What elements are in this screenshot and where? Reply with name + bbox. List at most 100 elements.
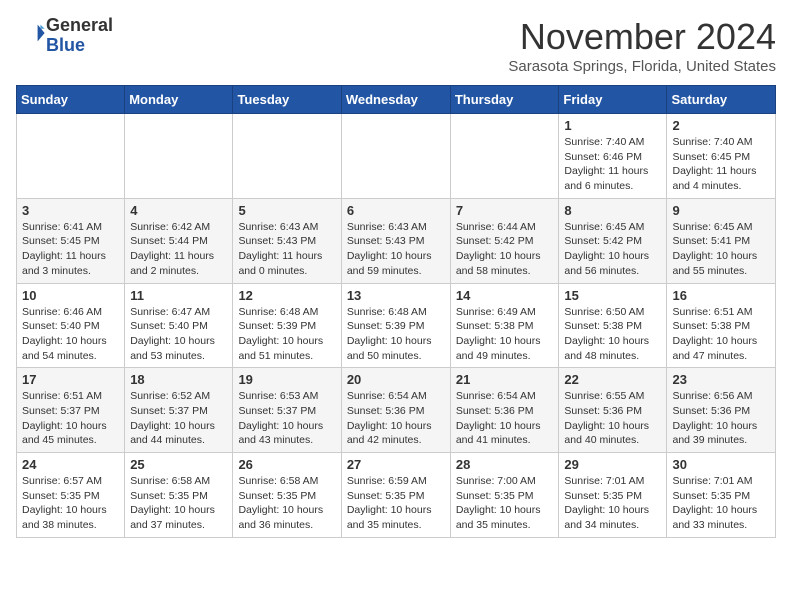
- weekday-header: Monday: [125, 86, 233, 114]
- calendar-week-row: 3 Sunrise: 6:41 AM Sunset: 5:45 PM Daylig…: [17, 198, 776, 283]
- calendar-cell: 13 Sunrise: 6:48 AM Sunset: 5:39 PM Dayli…: [341, 283, 450, 368]
- day-number: 26: [238, 457, 335, 472]
- day-number: 9: [672, 203, 770, 218]
- logo-text: General Blue: [46, 16, 113, 56]
- day-number: 18: [130, 372, 227, 387]
- calendar-cell: 24 Sunrise: 6:57 AM Sunset: 5:35 PM Dayli…: [17, 453, 125, 538]
- calendar-table: SundayMondayTuesdayWednesdayThursdayFrid…: [16, 85, 776, 538]
- day-number: 16: [672, 288, 770, 303]
- day-info: Sunrise: 6:51 AM Sunset: 5:38 PM Dayligh…: [672, 305, 770, 364]
- day-info: Sunrise: 6:59 AM Sunset: 5:35 PM Dayligh…: [347, 474, 445, 533]
- day-number: 1: [564, 118, 661, 133]
- day-number: 30: [672, 457, 770, 472]
- day-number: 28: [456, 457, 554, 472]
- day-info: Sunrise: 6:42 AM Sunset: 5:44 PM Dayligh…: [130, 220, 227, 279]
- calendar-cell: 14 Sunrise: 6:49 AM Sunset: 5:38 PM Dayli…: [450, 283, 559, 368]
- calendar-cell: [341, 114, 450, 199]
- weekday-header: Sunday: [17, 86, 125, 114]
- day-info: Sunrise: 6:54 AM Sunset: 5:36 PM Dayligh…: [456, 389, 554, 448]
- day-info: Sunrise: 6:58 AM Sunset: 5:35 PM Dayligh…: [238, 474, 335, 533]
- logo: General Blue: [16, 16, 113, 56]
- calendar-cell: 29Sunrise: 7:01 AM Sunset: 5:35 PM Dayli…: [559, 453, 667, 538]
- day-number: 19: [238, 372, 335, 387]
- day-number: 24: [22, 457, 119, 472]
- day-number: 27: [347, 457, 445, 472]
- day-number: 11: [130, 288, 227, 303]
- calendar-cell: [233, 114, 341, 199]
- calendar-cell: 6 Sunrise: 6:43 AM Sunset: 5:43 PM Daylig…: [341, 198, 450, 283]
- calendar-cell: 30Sunrise: 7:01 AM Sunset: 5:35 PM Dayli…: [667, 453, 776, 538]
- calendar-cell: 3 Sunrise: 6:41 AM Sunset: 5:45 PM Daylig…: [17, 198, 125, 283]
- calendar-cell: 1 Sunrise: 7:40 AM Sunset: 6:46 PM Daylig…: [559, 114, 667, 199]
- calendar-cell: 27 Sunrise: 6:59 AM Sunset: 5:35 PM Dayli…: [341, 453, 450, 538]
- location-title: Sarasota Springs, Florida, United States: [508, 58, 776, 75]
- day-number: 7: [456, 203, 554, 218]
- calendar-cell: 4 Sunrise: 6:42 AM Sunset: 5:44 PM Daylig…: [125, 198, 233, 283]
- calendar-cell: 20 Sunrise: 6:54 AM Sunset: 5:36 PM Dayli…: [341, 368, 450, 453]
- weekday-header: Wednesday: [341, 86, 450, 114]
- calendar-cell: 5Sunrise: 6:43 AM Sunset: 5:43 PM Daylig…: [233, 198, 341, 283]
- day-info: Sunrise: 6:57 AM Sunset: 5:35 PM Dayligh…: [22, 474, 119, 533]
- day-number: 4: [130, 203, 227, 218]
- logo-icon: [18, 19, 46, 47]
- calendar-cell: 2 Sunrise: 7:40 AM Sunset: 6:45 PM Daylig…: [667, 114, 776, 199]
- weekday-header: Friday: [559, 86, 667, 114]
- weekday-header: Thursday: [450, 86, 559, 114]
- day-number: 22: [564, 372, 661, 387]
- calendar-cell: [125, 114, 233, 199]
- calendar-cell: 17Sunrise: 6:51 AM Sunset: 5:37 PM Dayli…: [17, 368, 125, 453]
- calendar-week-row: 17Sunrise: 6:51 AM Sunset: 5:37 PM Dayli…: [17, 368, 776, 453]
- day-info: Sunrise: 6:52 AM Sunset: 5:37 PM Dayligh…: [130, 389, 227, 448]
- day-number: 8: [564, 203, 661, 218]
- day-number: 12: [238, 288, 335, 303]
- day-number: 10: [22, 288, 119, 303]
- title-block: November 2024 Sarasota Springs, Florida,…: [508, 16, 776, 75]
- day-info: Sunrise: 6:55 AM Sunset: 5:36 PM Dayligh…: [564, 389, 661, 448]
- day-info: Sunrise: 7:40 AM Sunset: 6:46 PM Dayligh…: [564, 135, 661, 194]
- day-number: 14: [456, 288, 554, 303]
- day-number: 21: [456, 372, 554, 387]
- calendar-week-row: 10 Sunrise: 6:46 AM Sunset: 5:40 PM Dayli…: [17, 283, 776, 368]
- day-number: 15: [564, 288, 661, 303]
- day-info: Sunrise: 6:44 AM Sunset: 5:42 PM Dayligh…: [456, 220, 554, 279]
- day-info: Sunrise: 6:45 AM Sunset: 5:42 PM Dayligh…: [564, 220, 661, 279]
- calendar-cell: 7 Sunrise: 6:44 AM Sunset: 5:42 PM Daylig…: [450, 198, 559, 283]
- day-info: Sunrise: 6:48 AM Sunset: 5:39 PM Dayligh…: [238, 305, 335, 364]
- day-number: 3: [22, 203, 119, 218]
- day-number: 6: [347, 203, 445, 218]
- day-info: Sunrise: 6:47 AM Sunset: 5:40 PM Dayligh…: [130, 305, 227, 364]
- day-number: 13: [347, 288, 445, 303]
- calendar-cell: 28 Sunrise: 7:00 AM Sunset: 5:35 PM Dayli…: [450, 453, 559, 538]
- weekday-header: Tuesday: [233, 86, 341, 114]
- day-number: 2: [672, 118, 770, 133]
- calendar-cell: 19 Sunrise: 6:53 AM Sunset: 5:37 PM Dayli…: [233, 368, 341, 453]
- day-info: Sunrise: 6:49 AM Sunset: 5:38 PM Dayligh…: [456, 305, 554, 364]
- day-number: 23: [672, 372, 770, 387]
- day-info: Sunrise: 6:43 AM Sunset: 5:43 PM Dayligh…: [347, 220, 445, 279]
- day-number: 5: [238, 203, 335, 218]
- day-info: Sunrise: 6:50 AM Sunset: 5:38 PM Dayligh…: [564, 305, 661, 364]
- day-info: Sunrise: 7:40 AM Sunset: 6:45 PM Dayligh…: [672, 135, 770, 194]
- calendar-week-row: 24 Sunrise: 6:57 AM Sunset: 5:35 PM Dayli…: [17, 453, 776, 538]
- calendar-cell: 16 Sunrise: 6:51 AM Sunset: 5:38 PM Dayli…: [667, 283, 776, 368]
- calendar-cell: 22 Sunrise: 6:55 AM Sunset: 5:36 PM Dayli…: [559, 368, 667, 453]
- weekday-header: Saturday: [667, 86, 776, 114]
- calendar-cell: 26 Sunrise: 6:58 AM Sunset: 5:35 PM Dayli…: [233, 453, 341, 538]
- day-number: 20: [347, 372, 445, 387]
- calendar-cell: 18 Sunrise: 6:52 AM Sunset: 5:37 PM Dayli…: [125, 368, 233, 453]
- calendar-cell: 8 Sunrise: 6:45 AM Sunset: 5:42 PM Daylig…: [559, 198, 667, 283]
- calendar-cell: 9Sunrise: 6:45 AM Sunset: 5:41 PM Daylig…: [667, 198, 776, 283]
- day-info: Sunrise: 7:00 AM Sunset: 5:35 PM Dayligh…: [456, 474, 554, 533]
- calendar-cell: 21 Sunrise: 6:54 AM Sunset: 5:36 PM Dayli…: [450, 368, 559, 453]
- calendar-cell: 15 Sunrise: 6:50 AM Sunset: 5:38 PM Dayli…: [559, 283, 667, 368]
- day-info: Sunrise: 6:54 AM Sunset: 5:36 PM Dayligh…: [347, 389, 445, 448]
- calendar-cell: 23Sunrise: 6:56 AM Sunset: 5:36 PM Dayli…: [667, 368, 776, 453]
- calendar-week-row: 1 Sunrise: 7:40 AM Sunset: 6:46 PM Daylig…: [17, 114, 776, 199]
- day-info: Sunrise: 6:41 AM Sunset: 5:45 PM Dayligh…: [22, 220, 119, 279]
- day-info: Sunrise: 6:48 AM Sunset: 5:39 PM Dayligh…: [347, 305, 445, 364]
- day-info: Sunrise: 6:46 AM Sunset: 5:40 PM Dayligh…: [22, 305, 119, 364]
- calendar-cell: 11 Sunrise: 6:47 AM Sunset: 5:40 PM Dayli…: [125, 283, 233, 368]
- calendar-cell: 12 Sunrise: 6:48 AM Sunset: 5:39 PM Dayli…: [233, 283, 341, 368]
- page-header: General Blue November 2024 Sarasota Spri…: [16, 16, 776, 75]
- day-info: Sunrise: 6:53 AM Sunset: 5:37 PM Dayligh…: [238, 389, 335, 448]
